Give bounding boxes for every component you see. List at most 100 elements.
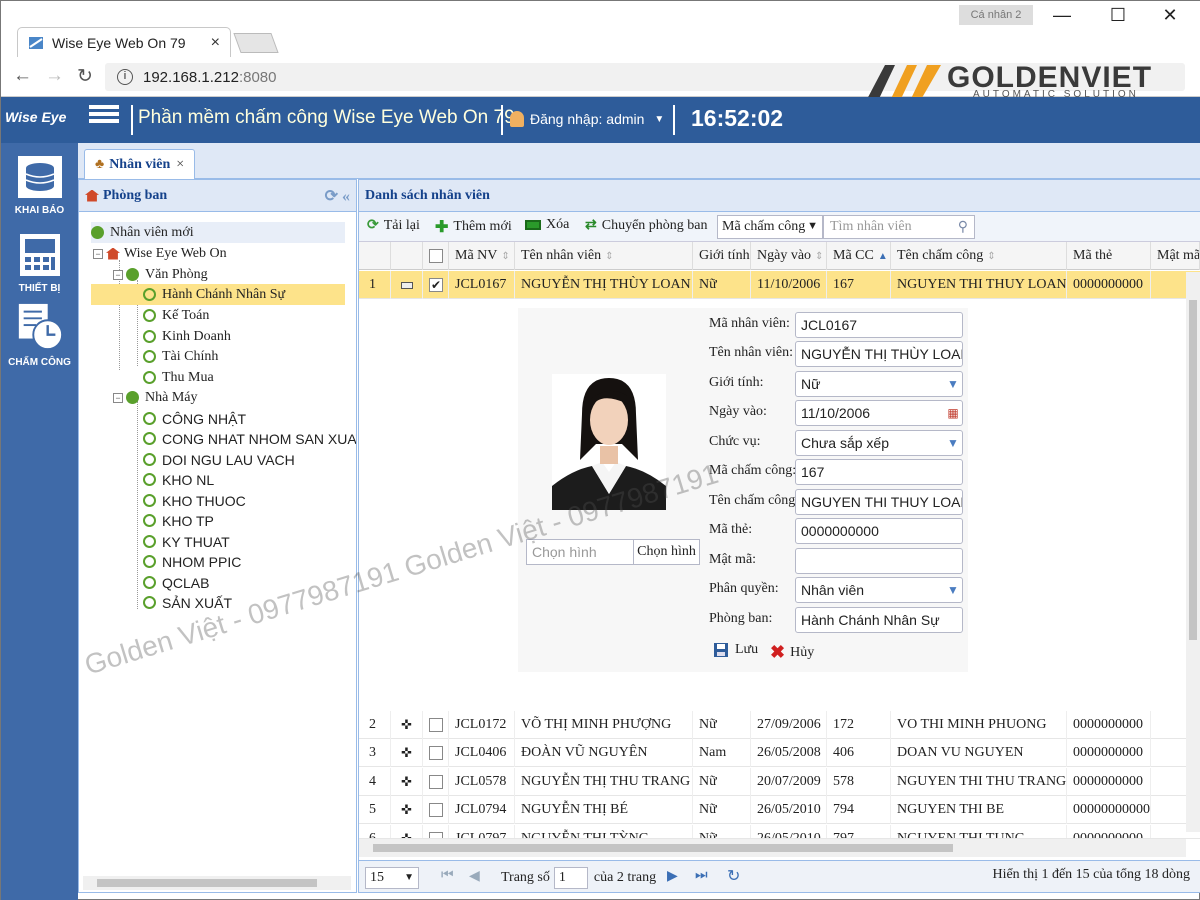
tree-node-nha-may[interactable]: − Nhà Máy bbox=[113, 387, 198, 408]
grid-horizontal-scrollbar[interactable] bbox=[359, 839, 1186, 857]
tree-node-cong-nhat-nhom-san-xuat[interactable]: CONG NHAT NHOM SAN XUAT bbox=[143, 428, 356, 449]
tree-node-qclab[interactable]: QCLAB bbox=[143, 572, 209, 593]
page-size-select[interactable]: 15 ▼ bbox=[365, 867, 419, 889]
row-checkbox[interactable]: ✔ bbox=[423, 271, 449, 299]
tree-node-thu-mua[interactable]: Thu Mua bbox=[143, 367, 214, 388]
prev-page-icon[interactable]: ◀ bbox=[469, 868, 480, 885]
gender-select[interactable]: Nữ ▼ bbox=[795, 371, 963, 397]
col-mat-ma[interactable]: Mật mã bbox=[1151, 242, 1200, 270]
nav-thiet-bi[interactable]: THIẾT BỊ bbox=[1, 231, 78, 294]
tree-node-tai-chinh[interactable]: Tài Chính bbox=[143, 346, 218, 367]
refresh-icon[interactable]: ↻ bbox=[727, 866, 740, 886]
close-tab-icon[interactable]: × bbox=[211, 34, 220, 52]
row-checkbox[interactable] bbox=[423, 739, 449, 767]
table-row[interactable]: 1 ✔ JCL0167 NGUYỄN THỊ THÙY LOAN Nữ 11/1… bbox=[359, 271, 1200, 299]
first-page-icon[interactable]: ⏮ bbox=[441, 868, 454, 884]
search-input[interactable]: Tìm nhân viên ⚲ bbox=[823, 215, 975, 239]
close-window-button[interactable]: ✕ bbox=[1157, 5, 1183, 26]
close-icon[interactable]: × bbox=[176, 157, 184, 173]
expand-row-icon[interactable]: ✜ bbox=[391, 711, 423, 739]
search-field-select[interactable]: Mã chấm công ▼ bbox=[717, 215, 823, 239]
page-number-input[interactable]: 1 bbox=[553, 867, 588, 889]
tree-node-van-phong[interactable]: − Văn Phòng bbox=[113, 264, 208, 285]
table-row[interactable]: 2 ✜ JCL0172 VÕ THỊ MINH PHƯỢNG Nữ 27/09/… bbox=[359, 711, 1200, 739]
forward-icon[interactable]: → bbox=[45, 65, 64, 87]
table-row[interactable]: 4 ✜ JCL0578 NGUYỄN THỊ THU TRANG Nữ 20/0… bbox=[359, 768, 1200, 796]
minimize-button[interactable]: — bbox=[1049, 5, 1075, 26]
info-icon[interactable]: i bbox=[117, 69, 133, 85]
delete-button[interactable]: Xóa bbox=[525, 217, 569, 233]
tree-node-kho-nl[interactable]: KHO NL bbox=[143, 469, 214, 490]
expand-row-icon[interactable]: ✜ bbox=[391, 825, 423, 838]
calendar-icon[interactable]: ▦ bbox=[944, 401, 962, 425]
col-ma-the[interactable]: Mã thẻ bbox=[1067, 242, 1151, 270]
profile-button[interactable]: Cá nhân 2 bbox=[959, 5, 1033, 25]
select-all-checkbox[interactable] bbox=[423, 242, 449, 270]
maximize-button[interactable]: ☐ bbox=[1105, 5, 1131, 26]
save-button[interactable]: Lưu bbox=[713, 642, 758, 658]
card-number-field[interactable]: 0000000000 bbox=[795, 518, 963, 544]
collapse-toggle-icon[interactable]: − bbox=[93, 248, 103, 259]
reload-icon[interactable]: ↻ bbox=[77, 65, 93, 88]
department-field[interactable]: Hành Chánh Nhân Sự bbox=[795, 607, 963, 633]
add-button[interactable]: ✚ Thêm mới bbox=[435, 217, 512, 237]
login-menu[interactable]: Đăng nhập: admin ▼ bbox=[510, 111, 664, 127]
tree-node-nhan-vien-moi[interactable]: Nhân viên mới bbox=[91, 222, 345, 243]
tree-node-hanh-chanh-nhan-su[interactable]: Hành Chánh Nhân Sự bbox=[91, 284, 345, 305]
row-checkbox[interactable] bbox=[423, 796, 449, 824]
role-select[interactable]: Nhân viên ▼ bbox=[795, 577, 963, 603]
next-page-icon[interactable]: ▶ bbox=[667, 868, 678, 885]
row-checkbox[interactable] bbox=[423, 711, 449, 739]
col-gioi-tinh[interactable]: Giới tính bbox=[693, 242, 751, 270]
choose-photo-button[interactable]: Chọn hình bbox=[633, 540, 699, 564]
last-page-icon[interactable]: ⏭ bbox=[695, 868, 708, 884]
tree-node-nhom-ppic[interactable]: NHOM PPIC bbox=[143, 551, 241, 572]
collapse-toggle-icon[interactable]: − bbox=[113, 269, 123, 280]
expand-row-icon[interactable]: ✜ bbox=[391, 768, 423, 796]
start-date-field[interactable]: 11/10/2006 ▦ bbox=[795, 400, 963, 426]
menu-icon[interactable] bbox=[89, 105, 119, 131]
row-checkbox[interactable] bbox=[423, 825, 449, 838]
tree-horizontal-scrollbar[interactable] bbox=[83, 876, 351, 890]
transfer-department-button[interactable]: ⇄ Chuyển phòng ban bbox=[585, 217, 708, 234]
tree-node-kho-tp[interactable]: KHO TP bbox=[143, 510, 214, 531]
tree-node-ky-thuat[interactable]: KY THUAT bbox=[143, 531, 230, 552]
col-ma-nv[interactable]: Mã NV ⇕ bbox=[449, 242, 515, 270]
attendance-name-field[interactable]: NGUYEN THI THUY LOAN bbox=[795, 489, 963, 515]
tree-node-doi-ngu-lau-vach[interactable]: DOI NGU LAU VACH bbox=[143, 449, 295, 470]
table-row[interactable]: 5 ✜ JCL0794 NGUYỄN THỊ BÉ Nữ 26/05/2010 … bbox=[359, 796, 1200, 824]
col-ten-nhan-vien[interactable]: Tên nhân viên ⇕ bbox=[515, 242, 693, 270]
col-ma-cc[interactable]: Mã CC ▲ bbox=[827, 242, 891, 270]
col-ten-cham-cong[interactable]: Tên chấm công ⇕ bbox=[891, 242, 1067, 270]
table-row[interactable]: 6 ✜ JCL0797 NGUYỄN THỊ TỲNG Nữ 26/05/201… bbox=[359, 825, 1200, 839]
row-checkbox[interactable] bbox=[423, 768, 449, 796]
back-icon[interactable]: ← bbox=[13, 65, 32, 87]
employee-name-field[interactable]: NGUYỄN THỊ THÙY LOAN bbox=[795, 341, 963, 367]
department-icon bbox=[143, 596, 156, 609]
collapse-icon[interactable]: ⟳ « bbox=[325, 186, 350, 206]
expand-row-icon[interactable]: ✜ bbox=[391, 796, 423, 824]
cancel-button[interactable]: ✖ Hủy bbox=[770, 642, 814, 663]
attendance-code-field[interactable]: 167 bbox=[795, 459, 963, 485]
employee-id-field[interactable]: JCL0167 bbox=[795, 312, 963, 338]
nav-cham-cong[interactable]: CHẤM CÔNG bbox=[1, 301, 78, 368]
nav-khai-bao[interactable]: KHAI BÁO bbox=[1, 153, 78, 216]
password-field[interactable] bbox=[795, 548, 963, 574]
collapse-row-icon[interactable] bbox=[391, 271, 423, 299]
col-ngay-vao[interactable]: Ngày vào ⇕ bbox=[751, 242, 827, 270]
position-select[interactable]: Chưa sắp xếp ▼ bbox=[795, 430, 963, 456]
new-tab-button[interactable] bbox=[233, 33, 279, 53]
expand-row-icon[interactable]: ✜ bbox=[391, 739, 423, 767]
collapse-toggle-icon[interactable]: − bbox=[113, 392, 123, 403]
tree-node-cong-nhat[interactable]: CÔNG NHẬT bbox=[143, 408, 246, 429]
reload-button[interactable]: ⟳ Tải lại bbox=[367, 217, 420, 234]
tab-nhan-vien[interactable]: ♣ Nhân viên × bbox=[84, 149, 196, 179]
tree-node-kinh-doanh[interactable]: Kinh Doanh bbox=[143, 326, 231, 347]
tree-node-kho-thuoc[interactable]: KHO THUOC bbox=[143, 490, 246, 511]
photo-input[interactable]: Chọn hình bbox=[527, 540, 633, 564]
grid-vertical-scrollbar[interactable] bbox=[1186, 272, 1200, 832]
table-row[interactable]: 3 ✜ JCL0406 ĐOÀN VŨ NGUYÊN Nam 26/05/200… bbox=[359, 739, 1200, 767]
tree-node-ke-toan[interactable]: Kế Toán bbox=[143, 305, 209, 326]
browser-tab[interactable]: Wise Eye Web On 79 × bbox=[17, 27, 231, 57]
tree-node-wise-eye-web-on[interactable]: − Wise Eye Web On bbox=[93, 243, 227, 264]
